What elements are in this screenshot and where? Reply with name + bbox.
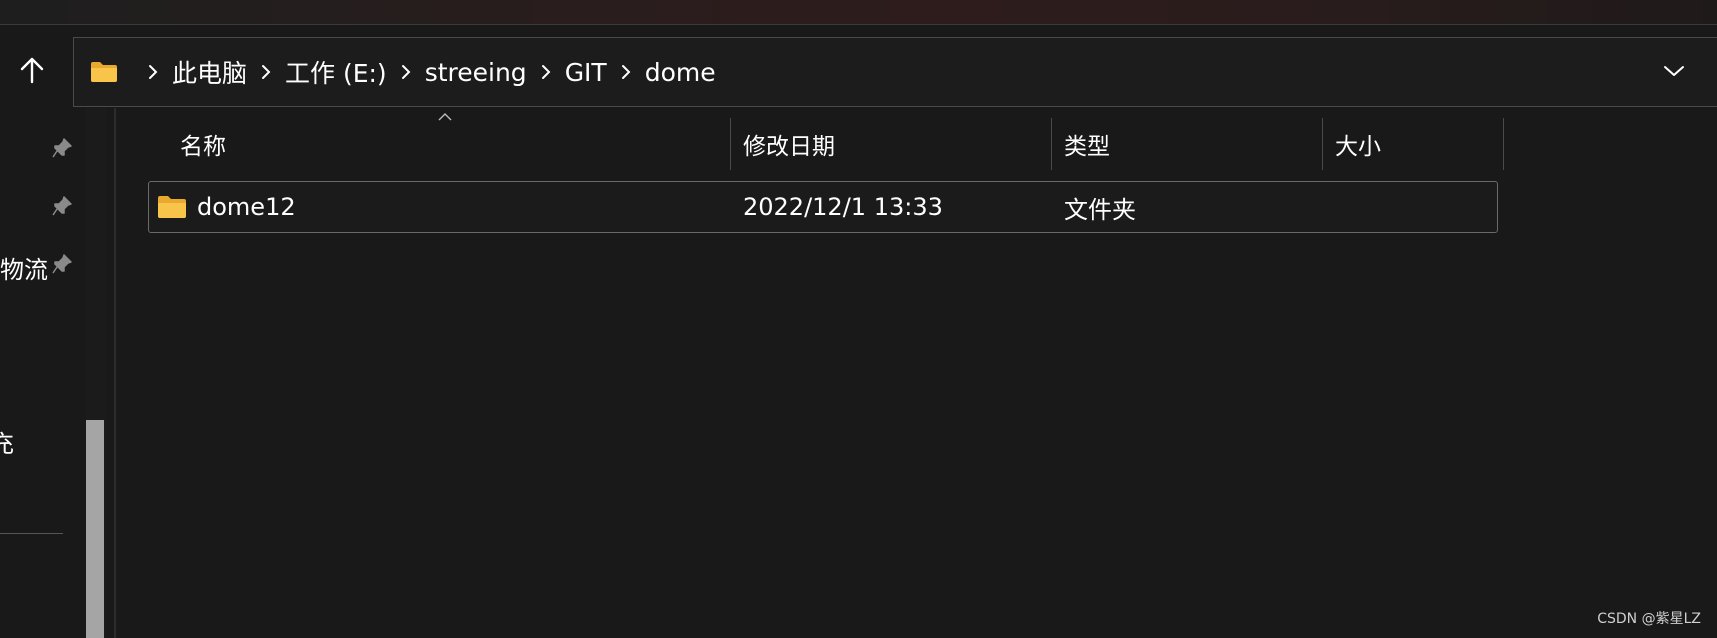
watermark: CSDN @紫星LZ (1597, 611, 1701, 627)
breadcrumb-item-this-pc[interactable]: 此电脑 (172, 54, 247, 90)
nav-item-quick-access-2[interactable] (0, 184, 80, 234)
chevron-right-icon[interactable] (261, 64, 271, 80)
column-header-type[interactable]: 类型 (1052, 118, 1322, 170)
chevron-right-icon[interactable] (148, 64, 158, 80)
window-title-bar (0, 0, 1717, 25)
pin-icon (52, 254, 72, 274)
table-row[interactable]: dome12 2022/12/1 13:33 文件夹 (148, 181, 1498, 233)
breadcrumb-item-drive[interactable]: 工作 (E:) (285, 54, 387, 90)
column-resize-handle[interactable] (1503, 118, 1504, 170)
file-modified: 2022/12/1 13:33 (743, 193, 943, 221)
nav-item-partial[interactable]: 充 (0, 414, 14, 464)
nav-item-quick-access-3[interactable]: 物流 (0, 242, 80, 292)
column-headers: 名称 修改日期 类型 大小 (148, 118, 1508, 170)
pin-icon (52, 138, 72, 158)
chevron-right-icon[interactable] (541, 64, 551, 80)
folder-icon (90, 61, 118, 83)
column-header-name[interactable]: 名称 (168, 118, 731, 170)
address-history-dropdown[interactable] (1659, 56, 1689, 86)
breadcrumb: 此电脑 工作 (E:) streeing GIT dome (90, 38, 716, 106)
column-header-size[interactable]: 大小 (1323, 118, 1503, 170)
breadcrumb-item-streeing[interactable]: streeing (425, 58, 527, 87)
file-name-cell: dome12 (157, 182, 737, 232)
nav-item-quick-access-1[interactable] (0, 126, 80, 176)
address-bar[interactable]: 此电脑 工作 (E:) streeing GIT dome (73, 37, 1717, 107)
pane-divider[interactable] (114, 108, 116, 638)
nav-divider (0, 533, 63, 534)
chevron-right-icon[interactable] (621, 64, 631, 80)
breadcrumb-item-dome[interactable]: dome (645, 58, 716, 87)
up-button[interactable] (12, 50, 52, 90)
file-name: dome12 (197, 193, 296, 221)
nav-item-label: 充 (0, 430, 14, 458)
nav-scrollbar-thumb[interactable] (86, 420, 104, 638)
navigation-pane: 物流 充 (0, 108, 110, 638)
nav-item-label: 物流 (0, 256, 48, 284)
pin-icon (52, 196, 72, 216)
arrow-up-icon (20, 57, 44, 84)
file-type: 文件夹 (1064, 195, 1136, 224)
column-header-modified[interactable]: 修改日期 (731, 118, 1051, 170)
breadcrumb-item-git[interactable]: GIT (565, 58, 607, 87)
folder-icon (158, 196, 186, 218)
chevron-right-icon[interactable] (401, 64, 411, 80)
chevron-down-icon (1664, 66, 1684, 76)
